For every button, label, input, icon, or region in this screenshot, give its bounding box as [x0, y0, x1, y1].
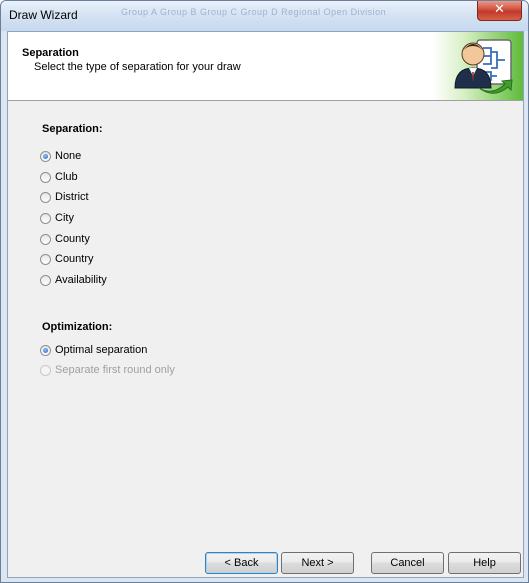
radio-label: City: [55, 212, 74, 224]
header-banner: [433, 32, 523, 100]
radio-label: None: [55, 150, 82, 162]
title-bar[interactable]: Draw Wizard Group A Group B Group C Grou…: [1, 1, 528, 31]
radio-label: Optimal separation: [55, 344, 148, 356]
title-ghost-text: Group A Group B Group C Group D Regional…: [121, 7, 387, 17]
radio-label: County: [55, 233, 90, 245]
radio-label: Separate first round only: [55, 364, 175, 376]
radio-button-icon: [40, 364, 51, 376]
radio-label: Country: [55, 253, 94, 265]
radio-button-icon[interactable]: [40, 212, 51, 224]
page-title: Separation: [22, 47, 79, 59]
close-button[interactable]: ✕: [477, 1, 522, 21]
cancel-button[interactable]: Cancel: [371, 552, 444, 574]
draw-wizard-window: Draw Wizard Group A Group B Group C Grou…: [0, 0, 529, 583]
radio-label: District: [55, 191, 89, 203]
person-with-bracket-icon: [454, 39, 513, 94]
radio-label: Club: [55, 171, 78, 183]
help-button[interactable]: Help: [448, 552, 521, 574]
radio-label: Availability: [55, 274, 107, 286]
radio-optimization-optimal[interactable]: Optimal separation: [40, 343, 147, 357]
radio-button-icon[interactable]: [40, 233, 51, 245]
radio-separation-country[interactable]: Country: [40, 252, 94, 266]
separation-heading: Separation:: [42, 123, 103, 135]
radio-button-icon[interactable]: [40, 344, 51, 356]
radio-separation-availability[interactable]: Availability: [40, 273, 107, 287]
radio-optimization-first-round: Separate first round only: [40, 363, 175, 377]
radio-separation-none[interactable]: None: [40, 149, 81, 163]
next-button[interactable]: Next >: [281, 552, 354, 574]
radio-button-icon[interactable]: [40, 191, 51, 203]
radio-button-icon[interactable]: [40, 253, 51, 265]
radio-separation-club[interactable]: Club: [40, 170, 78, 184]
back-button[interactable]: < Back: [205, 552, 278, 574]
close-icon: ✕: [494, 2, 505, 17]
radio-separation-city[interactable]: City: [40, 211, 74, 225]
radio-button-icon[interactable]: [40, 150, 51, 162]
radio-button-icon[interactable]: [40, 171, 51, 183]
window-title: Draw Wizard: [9, 8, 78, 22]
radio-button-icon[interactable]: [40, 274, 51, 286]
page-subtitle: Select the type of separation for your d…: [34, 61, 241, 73]
radio-separation-county[interactable]: County: [40, 232, 90, 246]
wizard-header: Separation Select the type of separation…: [8, 32, 523, 101]
wizard-body: Separation Select the type of separation…: [7, 31, 524, 578]
radio-separation-district[interactable]: District: [40, 190, 89, 204]
optimization-heading: Optimization:: [42, 321, 113, 333]
